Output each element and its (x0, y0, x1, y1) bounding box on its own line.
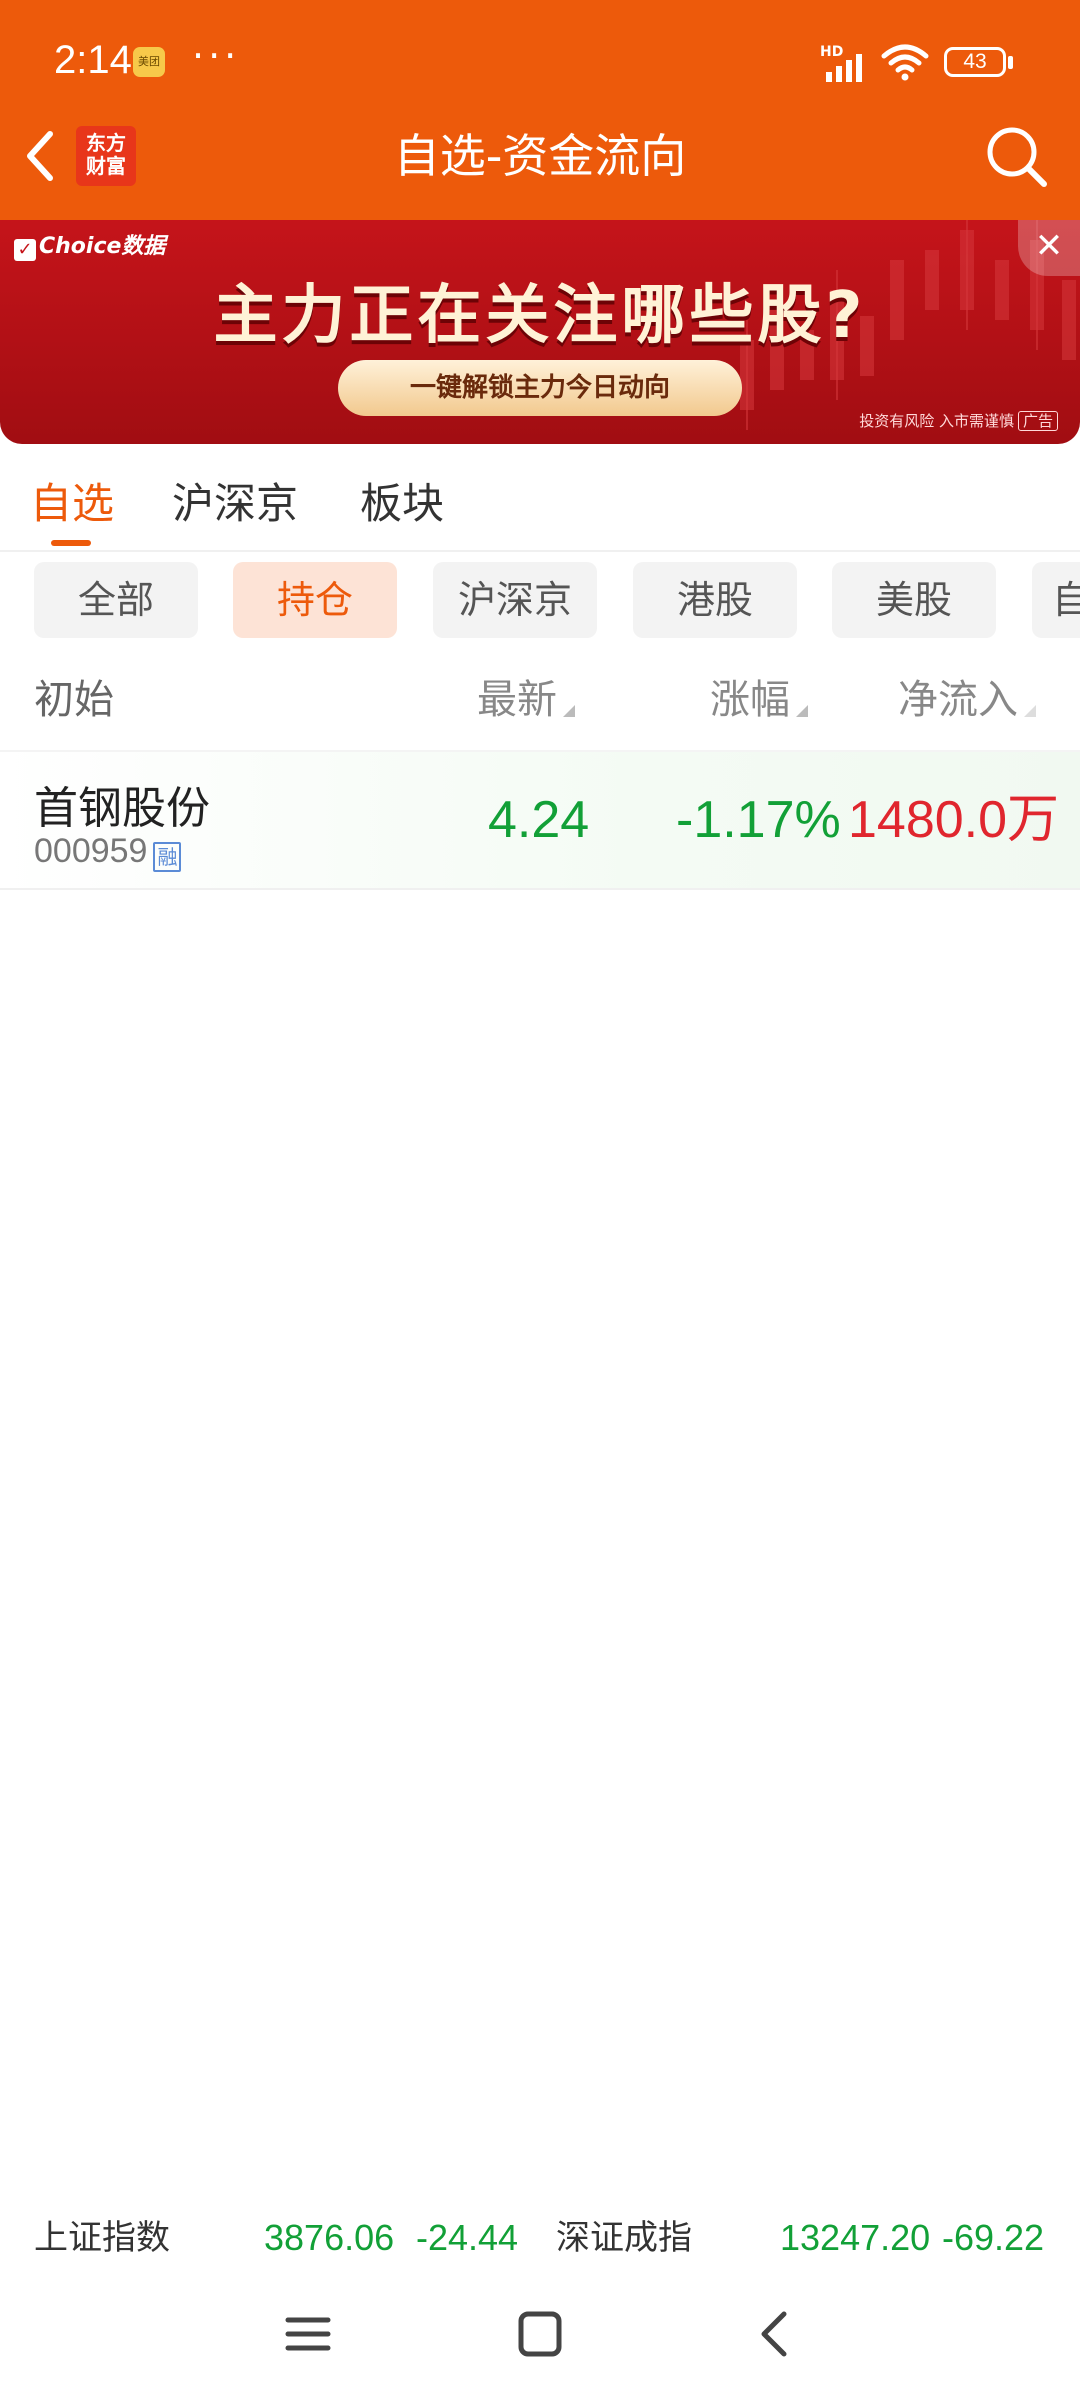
tab-sectors[interactable]: 板块 (360, 470, 444, 531)
sh-index-change: -24.44 (416, 2217, 519, 2258)
latest-price: 4.24 (488, 791, 590, 849)
ad-banner[interactable]: ✓ Choice数据 主力正在关注哪些股? 一键解锁主力今日动向 ✕ 投资有风险 … (0, 220, 1080, 444)
check-icon: ✓ (14, 239, 36, 261)
table-row[interactable]: 首钢股份 000959 融 4.24 -1.17% 1480.0万 (0, 752, 1080, 890)
margin-badge: 融 (153, 842, 182, 872)
stock-code: 000959 (34, 832, 148, 870)
tab-watchlist[interactable]: 自选 (30, 470, 114, 531)
banner-cta-button[interactable]: 一键解锁主力今日动向 (338, 360, 742, 416)
active-tab-indicator (51, 540, 91, 546)
column-latest-label: 最新 (477, 677, 557, 723)
banner-disclaimer: 投资有风险 入市需谨慎 广告 (859, 410, 1058, 431)
ad-tag: 广告 (1017, 411, 1058, 431)
sort-icon (563, 705, 575, 717)
sh-index-value: 3876.06 (264, 2217, 395, 2258)
menu-icon[interactable] (278, 2306, 338, 2362)
filter-all[interactable]: 全部 (34, 562, 198, 638)
filter-sh-sz-bj[interactable]: 沪深京 (433, 562, 597, 638)
back-icon[interactable] (744, 2306, 804, 2362)
close-icon[interactable]: ✕ (1018, 220, 1080, 276)
filter-us[interactable]: 美股 (832, 562, 996, 638)
sz-index-label[interactable]: 深证成指 (556, 2210, 692, 2266)
column-net-inflow-label: 净流入 (898, 677, 1018, 723)
column-net-inflow[interactable]: 净流入 (898, 672, 1036, 728)
change-percent: -1.17% (676, 791, 841, 849)
battery-icon: 43 (944, 47, 1006, 77)
column-change[interactable]: 涨幅 (710, 672, 808, 728)
tab-sh-sz-bj[interactable]: 沪深京 (172, 470, 298, 531)
search-icon[interactable] (984, 124, 1050, 190)
column-name[interactable]: 初始 (34, 672, 114, 728)
battery-tip (1008, 56, 1013, 69)
divider (0, 550, 1080, 552)
filter-holdings[interactable]: 持仓 (233, 562, 397, 638)
sh-index-label[interactable]: 上证指数 (34, 2210, 170, 2266)
column-change-label: 涨幅 (710, 677, 790, 723)
sort-icon (1024, 705, 1036, 717)
sz-index-change: -69.22 (942, 2217, 1045, 2258)
column-latest[interactable]: 最新 (477, 672, 575, 728)
stock-name: 首钢股份 (34, 783, 210, 834)
net-inflow: 1480.0万 (848, 791, 1060, 849)
filter-hk[interactable]: 港股 (633, 562, 797, 638)
choice-brand: ✓ Choice数据 (14, 228, 165, 261)
sort-icon (796, 705, 808, 717)
choice-brand-text: Choice数据 (39, 234, 166, 259)
meituan-notification-icon: 美团 (133, 47, 165, 77)
signal-icon (826, 54, 862, 82)
sz-index-value: 13247.20 (780, 2217, 931, 2258)
more-notifications-icon: ··· (192, 34, 241, 78)
filter-custom[interactable]: 自 (1032, 562, 1080, 638)
home-icon[interactable] (510, 2306, 570, 2362)
page-title: 自选-资金流向 (393, 129, 687, 183)
stock-code-line: 000959 融 (34, 832, 182, 872)
status-time: 2:14 (54, 38, 132, 82)
wifi-icon (881, 44, 929, 81)
risk-disclaimer: 投资有风险 入市需谨慎 (859, 412, 1014, 430)
app-header: 2:14 美团 ··· HD 43 东方 财富 自选-资金流向 (0, 0, 1080, 220)
banner-headline: 主力正在关注哪些股? (213, 279, 867, 353)
